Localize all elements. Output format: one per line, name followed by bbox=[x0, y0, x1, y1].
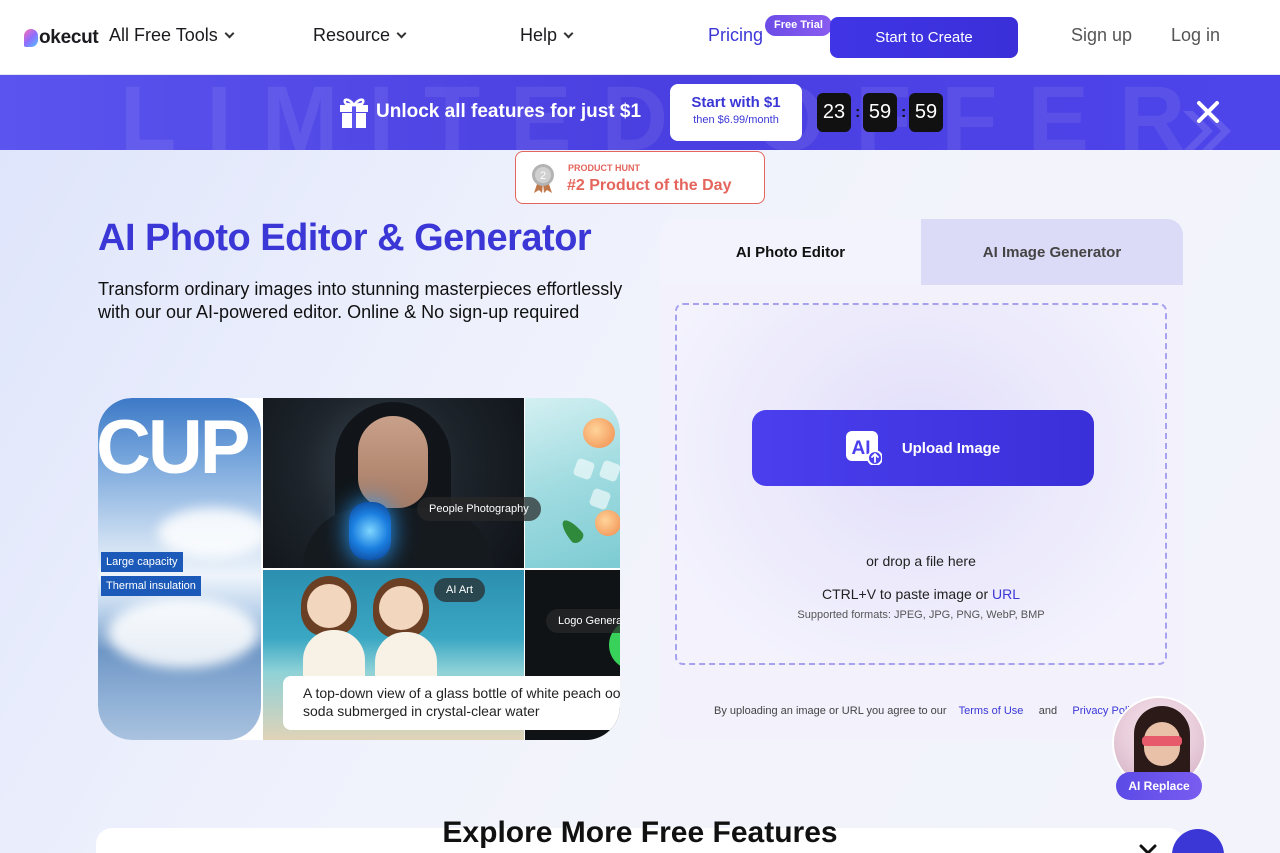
gift-icon bbox=[340, 98, 368, 128]
upload-panel: AI Photo Editor AI Image Generator AI Up… bbox=[660, 219, 1183, 740]
logo-mark-icon bbox=[24, 29, 38, 47]
upload-image-button[interactable]: AI Upload Image bbox=[752, 410, 1094, 486]
start-to-create-button[interactable]: Start to Create bbox=[830, 17, 1018, 58]
chevron-down-icon bbox=[563, 28, 574, 39]
sign-up-link[interactable]: Sign up bbox=[1071, 25, 1132, 46]
pill-ai-art: AI Art bbox=[434, 578, 485, 602]
medal-icon: 2 bbox=[532, 164, 554, 193]
avatar-sunglasses bbox=[1142, 736, 1182, 746]
supported-formats: Supported formats: JPEG, JPG, PNG, WebP,… bbox=[797, 609, 1045, 621]
nav-resource[interactable]: Resource bbox=[313, 25, 407, 46]
paste-text-line: CTRL+V to paste image or URL bbox=[677, 586, 1165, 602]
anime-girl-face bbox=[307, 584, 351, 628]
cta-title: Start with $1 bbox=[691, 94, 781, 111]
nav-label: Help bbox=[520, 25, 558, 45]
nav-pricing[interactable]: Pricing bbox=[708, 25, 763, 46]
page-title: AI Photo Editor & Generator bbox=[98, 217, 592, 259]
nav-all-free-tools[interactable]: All Free Tools bbox=[109, 25, 235, 46]
drop-zone[interactable]: AI Upload Image or drop a file here CTRL… bbox=[675, 303, 1167, 665]
tab-ai-photo-editor[interactable]: AI Photo Editor bbox=[660, 219, 921, 285]
close-icon[interactable] bbox=[1194, 98, 1222, 126]
product-hunt-label: PRODUCT HUNT bbox=[568, 163, 640, 173]
banner-offer-text: Unlock all features for just $1 bbox=[376, 101, 642, 122]
collage-peach-image bbox=[525, 398, 620, 568]
nav-label: All Free Tools bbox=[109, 25, 218, 45]
chevron-down-icon bbox=[396, 28, 407, 39]
countdown-seconds: 59 bbox=[909, 93, 943, 132]
countdown-separator: : bbox=[855, 103, 861, 121]
prompt-box: A top-down view of a glass bottle of whi… bbox=[283, 676, 620, 730]
countdown-minutes: 59 bbox=[863, 93, 897, 132]
ai-replace-label: AI Replace bbox=[1116, 772, 1202, 800]
peach bbox=[595, 510, 620, 536]
logo[interactable]: okecut bbox=[24, 27, 99, 49]
free-trial-badge: Free Trial bbox=[765, 15, 832, 36]
cup-text: CUP bbox=[98, 405, 250, 490]
leaf bbox=[558, 516, 586, 546]
feature-collage: CUP Large capacity Thermal insulation Pe… bbox=[98, 398, 620, 740]
ice-cube bbox=[588, 487, 612, 511]
nav-label: Resource bbox=[313, 25, 391, 45]
log-in-link[interactable]: Log in bbox=[1171, 25, 1220, 46]
countdown-timer: 23 : 59 : 59 bbox=[817, 93, 943, 132]
product-hunt-rank: #2 Product of the Day bbox=[567, 177, 732, 194]
cloud bbox=[108, 598, 258, 668]
medal-rank: 2 bbox=[540, 170, 546, 182]
terms-of-use-link[interactable]: Terms of Use bbox=[959, 705, 1024, 717]
countdown-separator: : bbox=[901, 103, 907, 121]
terms-and: and bbox=[1038, 705, 1058, 717]
pill-people-photography: People Photography bbox=[417, 497, 541, 521]
product-hunt-badge[interactable]: 2 PRODUCT HUNT #2 Product of the Day bbox=[515, 151, 765, 204]
hero-subtitle: Transform ordinary images into stunning … bbox=[98, 279, 623, 322]
cta-subtitle: then $6.99/month bbox=[693, 114, 779, 126]
close-icon[interactable] bbox=[1138, 843, 1158, 853]
nav-help[interactable]: Help bbox=[520, 25, 574, 46]
drop-text: or drop a file here bbox=[866, 553, 976, 569]
terms-notice: By uploading an image or URL you agree t… bbox=[714, 705, 1141, 717]
ai-upload-icon: AI bbox=[845, 431, 882, 465]
promo-banner: LIMITED OFFER Unlock all features for ju… bbox=[0, 75, 1280, 150]
collage-portrait-image bbox=[263, 398, 524, 568]
ai-replace-widget[interactable]: AI Replace bbox=[1112, 696, 1206, 800]
site-header: okecut All Free Tools Resource Help Pric… bbox=[0, 0, 1280, 75]
tag-large-capacity: Large capacity bbox=[101, 552, 183, 572]
ice-cube bbox=[572, 457, 596, 481]
upload-button-label: Upload Image bbox=[901, 439, 1001, 457]
chevron-down-icon bbox=[224, 28, 235, 39]
paste-text: CTRL+V to paste image or bbox=[821, 586, 989, 602]
portrait-bottle bbox=[349, 502, 391, 560]
portrait-face bbox=[358, 416, 428, 508]
ice-cube bbox=[598, 459, 620, 483]
start-with-1-button[interactable]: Start with $1 then $6.99/month bbox=[670, 84, 802, 141]
cloud bbox=[158, 508, 261, 558]
tab-ai-image-generator[interactable]: AI Image Generator bbox=[921, 219, 1183, 285]
anime-girl-face bbox=[379, 586, 423, 630]
countdown-hours: 23 bbox=[817, 93, 851, 132]
terms-prefix: By uploading an image or URL you agree t… bbox=[714, 705, 947, 717]
explore-title: Explore More Free Features bbox=[442, 816, 838, 849]
peach bbox=[583, 418, 615, 448]
banner-watermark: LIMITED OFFER bbox=[120, 75, 1216, 150]
pill-logo-generator: Logo Genera bbox=[546, 609, 620, 633]
logo-text: okecut bbox=[39, 27, 99, 48]
url-link[interactable]: URL bbox=[992, 586, 1020, 602]
collage-cup-image: CUP Large capacity Thermal insulation bbox=[98, 398, 261, 740]
tag-thermal-insulation: Thermal insulation bbox=[101, 576, 201, 596]
